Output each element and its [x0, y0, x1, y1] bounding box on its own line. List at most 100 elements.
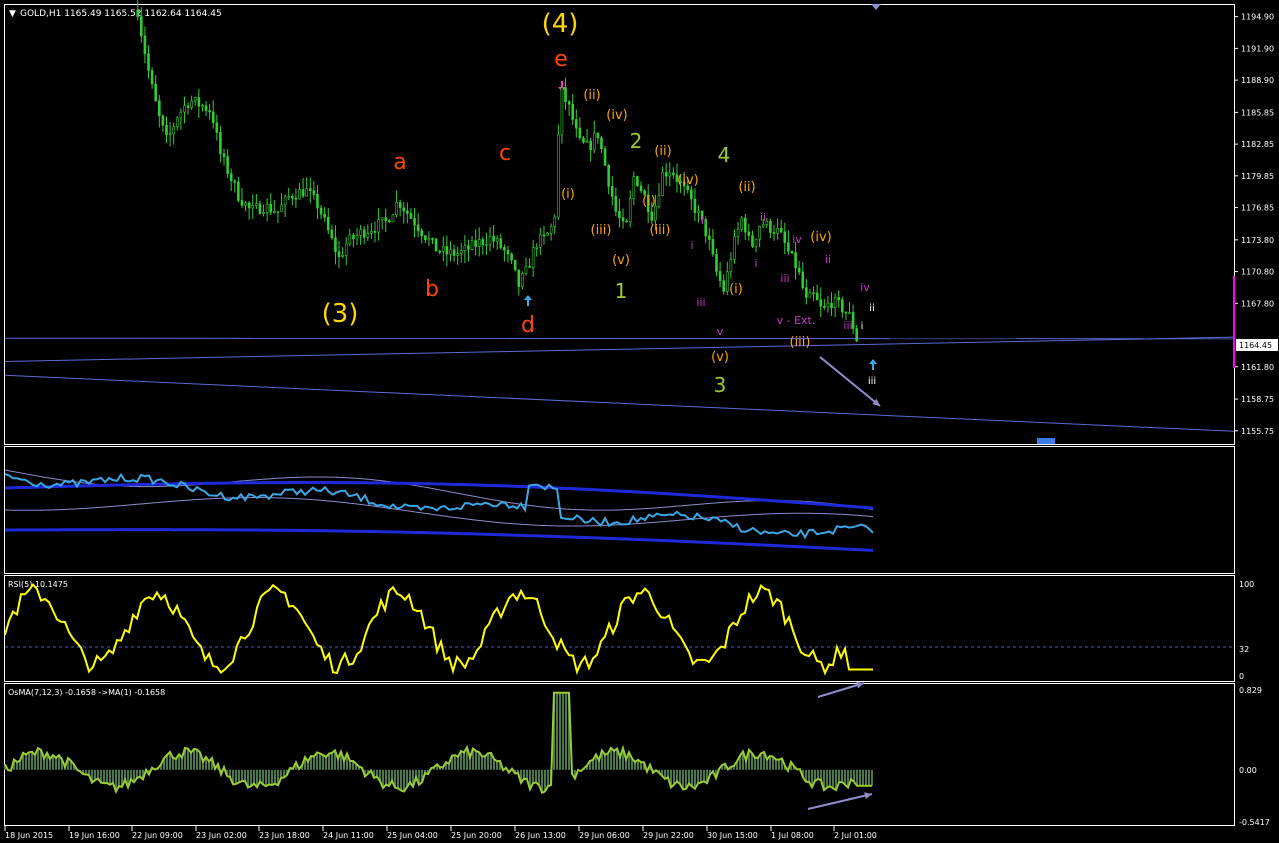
candle-body [621, 217, 625, 222]
candle-body [495, 238, 499, 242]
candle-body [528, 265, 531, 268]
candle-body [585, 140, 589, 143]
horizontal-level-line[interactable] [4, 337, 1235, 340]
wave-label: a [393, 150, 406, 175]
object-marker [1037, 438, 1055, 444]
candle-body [391, 214, 395, 223]
candle-body [143, 35, 147, 55]
candle-body [751, 235, 754, 247]
wave-label: (v) [711, 350, 729, 365]
candle-body [344, 243, 348, 256]
time-tick-label: 25 Jun 04:00 [387, 831, 438, 840]
candle-body [165, 124, 168, 136]
candle-body [690, 189, 693, 200]
candle-body [384, 217, 388, 221]
candle-body [815, 292, 819, 301]
wave-label: i [754, 257, 757, 270]
candle-body [808, 292, 812, 298]
wave-label: d [521, 313, 535, 338]
osma-label: OsMA(7,12,3) -0.1658 ->MA(1) -0.1658 [8, 688, 165, 697]
chart-canvas[interactable]: ▼ GOLD,H1 1165.49 1165.52 1162.64 1164.4… [0, 0, 1279, 843]
candle-body [567, 101, 571, 105]
candle-body [506, 249, 510, 255]
price-tick-label: 1185.85 [1241, 108, 1274, 117]
candle-body [183, 105, 186, 113]
price-tick-label: 1194.90 [1241, 13, 1274, 22]
rsi-scale-0: 0 [1239, 672, 1244, 681]
candle-body [229, 173, 233, 182]
time-tick-label: 18 Jun 2015 [5, 831, 53, 840]
candle-body [603, 148, 607, 166]
price-tick-label: 1170.80 [1241, 268, 1274, 277]
candle-body [625, 220, 628, 223]
candle-body [298, 189, 301, 200]
wave-label: v [717, 325, 724, 338]
wave-label: iv [860, 281, 870, 294]
wave-label: iv [792, 233, 802, 246]
osma-scale-label: -0.5417 [1239, 818, 1270, 827]
candle-body [373, 231, 377, 233]
price-tick-label: 1188.90 [1241, 76, 1274, 85]
candle-body [521, 273, 524, 287]
candle-body [316, 194, 319, 209]
wave-label: ii [869, 303, 875, 314]
price-tick-label: 1182.85 [1241, 140, 1274, 149]
time-tick-label: 19 Jun 16:00 [69, 831, 120, 840]
candle-body [355, 235, 359, 240]
time-tick-label: 24 Jun 11:00 [323, 831, 374, 840]
price-tick-label: 1191.90 [1241, 44, 1274, 53]
chart-background [0, 0, 1279, 843]
time-tick-label: 29 Jun 22:00 [643, 831, 694, 840]
candle-body [251, 205, 255, 209]
time-tick-label: 23 Jun 02:00 [196, 831, 247, 840]
candle-body [607, 164, 610, 187]
wave-label: (v) [612, 253, 630, 268]
candle-body [341, 255, 344, 257]
wave-label: iii [843, 319, 852, 332]
candle-body [334, 237, 337, 253]
candle-body [729, 259, 733, 273]
candle-body [672, 172, 675, 176]
candle-body [650, 211, 654, 221]
wave-label: i [861, 321, 864, 332]
candle-body [628, 198, 632, 223]
candle-body [610, 185, 614, 197]
candle-body [776, 228, 779, 234]
candle-body [592, 132, 596, 150]
candle-body [542, 234, 546, 237]
candle-body [722, 280, 725, 292]
candle-body [459, 250, 463, 254]
candle-body [575, 119, 578, 129]
candle-body [398, 202, 402, 209]
time-tick-label: 22 Jun 09:00 [132, 831, 183, 840]
candle-body [359, 229, 362, 236]
candle-body [600, 137, 603, 150]
candle-body [790, 250, 794, 253]
menu-icon[interactable]: ▼ [9, 9, 16, 19]
candle-body [481, 239, 485, 246]
candle-body [855, 328, 858, 342]
candle-body [833, 297, 837, 308]
candle-body [517, 269, 521, 287]
candle-body [837, 297, 841, 301]
candle-body [557, 134, 560, 218]
candle-body [352, 234, 355, 240]
wave-label: v - Ext. [777, 314, 816, 327]
time-tick-label: 1 Jul 08:00 [771, 831, 814, 840]
candle-body [693, 198, 697, 213]
candle-body [215, 122, 219, 133]
candle-body [711, 239, 715, 255]
rsi-scale-32: 32 [1239, 645, 1249, 654]
candle-body [158, 100, 161, 117]
candle-body [140, 16, 143, 37]
candle-body [409, 213, 413, 219]
candle-body [172, 126, 175, 135]
candle-body [718, 271, 722, 281]
candle-body [211, 111, 215, 124]
candle-body [582, 137, 585, 143]
candle-body [787, 242, 790, 252]
candle-body [668, 172, 672, 177]
candle-body [380, 217, 384, 221]
candle-body [488, 235, 492, 245]
candle-body [754, 238, 758, 247]
